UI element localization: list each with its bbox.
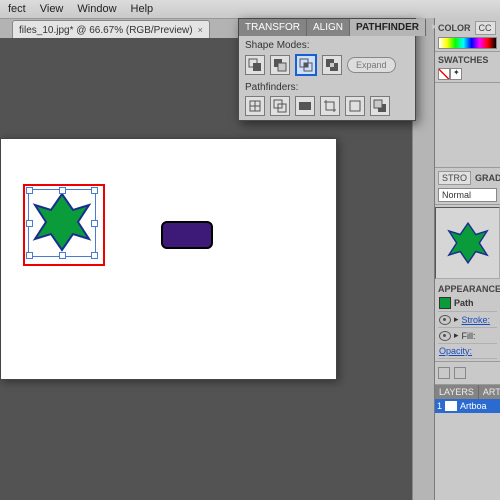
exclude-button[interactable] [322,55,342,75]
eye-icon[interactable] [439,331,451,341]
unite-button[interactable] [245,55,265,75]
menu-help[interactable]: Help [131,3,154,15]
shape-modes-label: Shape Modes: [245,40,409,51]
fill-label: Fill: [462,331,476,341]
appearance-label: APPEARANCE [438,284,500,294]
tab-transform[interactable]: TRANSFOR [239,19,307,36]
selection-bounding-box [28,189,96,257]
tab-gradient[interactable]: GRAD [475,173,500,183]
appearance-preview [435,207,500,279]
layer-number: 1 [437,401,442,411]
appearance-path-text: Path [454,298,474,308]
panel-action-icon[interactable] [454,367,466,379]
tab-layers[interactable]: LAYERS [435,385,479,399]
outline-button[interactable] [345,96,365,116]
swatches-label: SWATCHES [438,55,488,65]
menu-window[interactable]: Window [77,3,116,15]
appearance-stroke-row[interactable]: ▸Stroke: [438,312,497,328]
menu-effect[interactable]: fect [8,3,26,15]
resize-handle-n[interactable] [59,187,66,194]
layer-row[interactable]: 1 Artboa [435,399,500,413]
minus-back-button[interactable] [370,96,390,116]
opacity-link[interactable]: Opacity: [439,346,472,356]
layer-thumb-icon [445,401,457,411]
resize-handle-ne[interactable] [91,187,98,194]
stroke-link[interactable]: Stroke: [462,315,491,325]
pathfinder-panel[interactable]: TRANSFOR ALIGN PATHFINDER × Shape Modes:… [238,18,416,121]
swatch-none[interactable] [438,68,450,80]
resize-handle-w[interactable] [26,220,33,227]
resize-handle-nw[interactable] [26,187,33,194]
expand-button[interactable]: Expand [347,57,396,73]
panel-action-icon[interactable] [438,367,450,379]
appearance-fill-row[interactable]: ▸Fill: [438,328,497,344]
merge-button[interactable] [295,96,315,116]
disclosure-icon[interactable]: ▸ [454,330,459,341]
resize-handle-sw[interactable] [26,252,33,259]
swatch-registration[interactable]: ✦ [450,68,462,80]
crop-button[interactable] [320,96,340,116]
minus-front-button[interactable] [270,55,290,75]
close-tab-icon[interactable]: × [198,25,203,35]
tab-stroke[interactable]: STRO [438,171,471,185]
layer-name: Artboa [460,401,487,411]
layers-panel-tabs: LAYERS ART [435,385,500,399]
menu-view[interactable]: View [40,3,64,15]
artboard[interactable] [0,138,337,380]
disclosure-icon[interactable]: ▸ [454,314,459,325]
tab-align[interactable]: ALIGN [307,19,350,36]
appearance-path-row[interactable]: Path [438,295,497,312]
menu-bar: fect View Window Help [0,0,500,19]
tab-pathfinder[interactable]: PATHFINDER [350,19,426,36]
document-tab[interactable]: files_10.jpg* @ 66.67% (RGB/Preview) × [12,20,210,39]
fill-chip-icon [439,297,451,309]
right-dock: COLOR CC SWATCHES ✦ STRO GRAD Normal APPEA… [434,18,500,500]
tab-artboards[interactable]: ART [479,385,500,399]
pathfinders-label: Pathfinders: [245,82,409,93]
blend-mode-select[interactable]: Normal [438,188,497,202]
rounded-rect-shape[interactable] [161,221,213,249]
tab-color[interactable]: COLOR [438,23,471,33]
trim-button[interactable] [270,96,290,116]
document-tab-label: files_10.jpg* @ 66.67% (RGB/Preview) [19,25,193,36]
color-spectrum[interactable] [438,37,497,49]
intersect-button[interactable] [295,54,317,76]
pathfinder-panel-tabs: TRANSFOR ALIGN PATHFINDER × [239,19,415,36]
resize-handle-s[interactable] [59,252,66,259]
panel-close-icon[interactable]: × [426,20,442,35]
eye-icon[interactable] [439,315,451,325]
divide-button[interactable] [245,96,265,116]
resize-handle-se[interactable] [91,252,98,259]
tab-color-guide[interactable]: CC [475,21,496,35]
resize-handle-e[interactable] [91,220,98,227]
appearance-opacity-row[interactable]: Opacity: [438,344,497,359]
